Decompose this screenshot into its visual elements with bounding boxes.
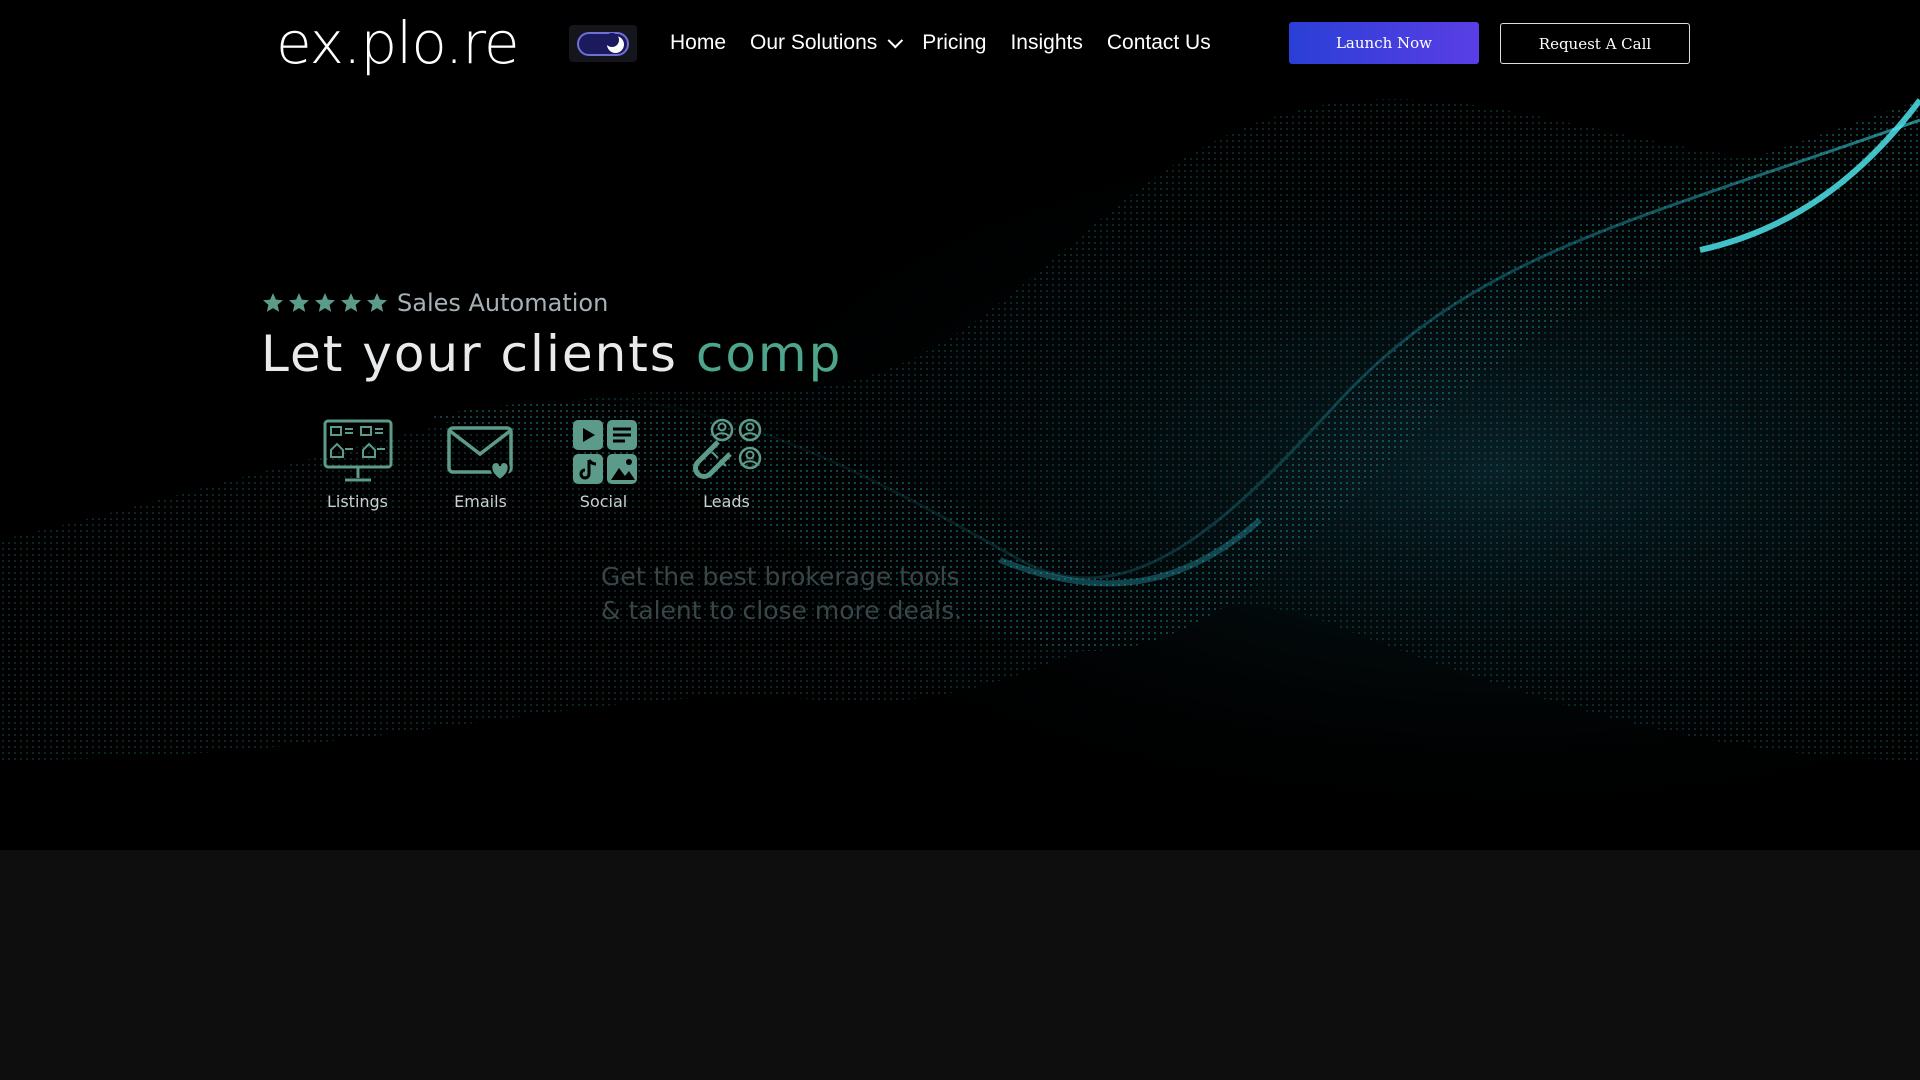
email-heart-icon xyxy=(446,426,513,482)
rating-stars xyxy=(261,291,389,315)
hero-subtext-line1: Get the best brokerage tools xyxy=(601,562,960,591)
nav-home[interactable]: Home xyxy=(670,27,726,59)
feature-listings-label: Listings xyxy=(326,492,389,511)
nav-our-solutions-label: Our Solutions xyxy=(750,31,878,54)
hero-section: ex.plo.re Home Our Solutions Pricing Ins… xyxy=(0,0,1920,850)
site-logo[interactable]: ex.plo.re xyxy=(276,6,520,80)
star-icon xyxy=(315,293,335,312)
main-menu: Home Our Solutions Pricing Insights Cont… xyxy=(670,27,1235,59)
star-icon xyxy=(289,293,309,312)
nav-contact-us-label: Contact Us xyxy=(1106,31,1211,54)
hero-subtext-line2: & talent to close more deals. xyxy=(601,596,963,625)
feature-icons: Listings Emails Social Leads xyxy=(296,418,788,511)
hero-eyebrow: Sales Automation xyxy=(397,289,609,317)
social-media-icon xyxy=(572,420,637,484)
star-icon xyxy=(263,293,283,312)
feature-social[interactable]: Social xyxy=(542,418,665,511)
nav-pricing[interactable]: Pricing xyxy=(922,27,986,59)
nav-pricing-label: Pricing xyxy=(922,31,987,54)
lower-section xyxy=(0,850,1920,1080)
hero-headline: Let your clients comp xyxy=(261,325,842,383)
listings-monitor-icon xyxy=(323,419,392,482)
dark-mode-toggle[interactable] xyxy=(569,25,637,62)
top-navigation: ex.plo.re Home Our Solutions Pricing Ins… xyxy=(0,0,1920,90)
feature-emails[interactable]: Emails xyxy=(419,418,542,511)
feature-leads[interactable]: Leads xyxy=(665,418,788,511)
headline-main: Let your clients xyxy=(261,325,678,383)
request-call-button[interactable]: Request A Call xyxy=(1500,23,1690,64)
star-icon xyxy=(367,293,387,312)
nav-our-solutions[interactable]: Our Solutions xyxy=(750,27,904,59)
feature-emails-label: Emails xyxy=(454,492,507,511)
launch-now-button[interactable]: Launch Now xyxy=(1289,22,1479,64)
nav-insights[interactable]: Insights xyxy=(1010,27,1082,59)
chevron-down-icon xyxy=(887,32,904,48)
feature-leads-label: Leads xyxy=(703,492,750,511)
nav-home-label: Home xyxy=(670,31,727,54)
hero-subtext: Get the best brokerage tools & talent to… xyxy=(601,560,962,628)
nav-insights-label: Insights xyxy=(1010,31,1083,54)
moon-icon xyxy=(605,33,624,53)
feature-listings[interactable]: Listings xyxy=(296,418,419,511)
feature-social-label: Social xyxy=(579,492,628,511)
headline-typed-word: comp xyxy=(695,325,843,383)
toggle-track xyxy=(577,32,629,56)
star-icon xyxy=(341,293,361,312)
leads-magnet-icon xyxy=(692,418,761,479)
particle-wave-background xyxy=(0,0,1920,850)
nav-contact-us[interactable]: Contact Us xyxy=(1107,27,1211,59)
